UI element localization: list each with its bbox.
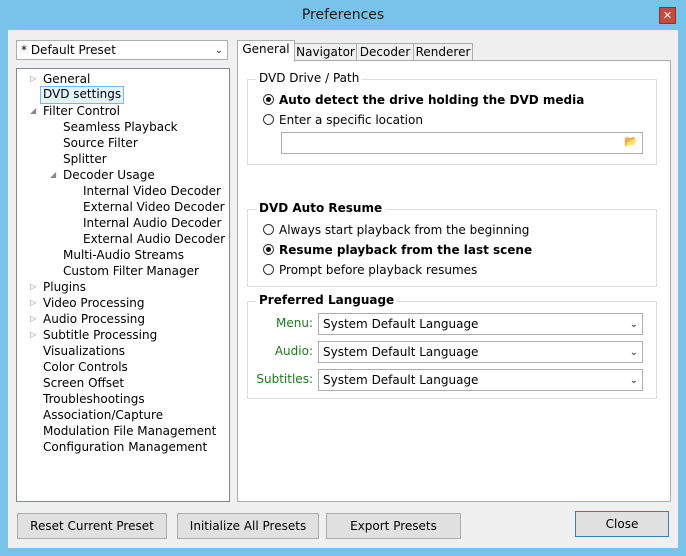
- tab-decoder[interactable]: Decoder: [356, 43, 414, 61]
- expand-arrow-icon[interactable]: ▷: [30, 314, 36, 323]
- preferred-language-group: Preferred Language Menu: System Default …: [247, 293, 657, 399]
- resume-last-scene-label: Resume playback from the last scene: [279, 243, 533, 257]
- tab-navigator[interactable]: Navigator: [294, 43, 357, 61]
- reset-preset-button[interactable]: Reset Current Preset: [17, 513, 167, 539]
- tree-item[interactable]: Seamless Playback: [63, 119, 178, 135]
- radio-selected-icon: [263, 244, 274, 255]
- expand-arrow-icon[interactable]: ▷: [30, 330, 36, 339]
- tree-item[interactable]: Decoder Usage: [63, 167, 155, 183]
- tree-item[interactable]: Multi-Audio Streams: [63, 247, 184, 263]
- tree-item[interactable]: Color Controls: [43, 359, 128, 375]
- expand-arrow-icon[interactable]: ▷: [30, 74, 36, 83]
- tree-item[interactable]: General: [43, 71, 90, 87]
- tree-item[interactable]: Splitter: [63, 151, 107, 167]
- collapse-arrow-icon[interactable]: ◢: [50, 170, 56, 179]
- auto-detect-radio[interactable]: Auto detect the drive holding the DVD me…: [261, 92, 584, 108]
- tab-general[interactable]: General: [237, 40, 295, 62]
- radio-empty-icon: [263, 224, 274, 235]
- dvd-drive-title: DVD Drive / Path: [256, 71, 363, 85]
- menu-language-select[interactable]: System Default Language ⌄: [318, 313, 643, 335]
- audio-language-label: Audio:: [274, 344, 313, 358]
- tree-item[interactable]: Source Filter: [63, 135, 138, 151]
- tree-item[interactable]: External Audio Decoder: [83, 231, 225, 247]
- tree-item[interactable]: DVD settings: [40, 86, 125, 104]
- tree-item[interactable]: External Video Decoder: [83, 199, 225, 215]
- tree-item[interactable]: Association/Capture: [43, 407, 163, 423]
- tree-item[interactable]: Subtitle Processing: [43, 327, 157, 343]
- window-title: Preferences: [301, 7, 385, 23]
- auto-resume-group: DVD Auto Resume Always start playback fr…: [247, 201, 657, 287]
- export-presets-button[interactable]: Export Presets: [326, 513, 461, 539]
- audio-language-value: System Default Language: [323, 345, 479, 359]
- resume-last-scene-radio[interactable]: Resume playback from the last scene: [261, 242, 532, 258]
- initialize-presets-button[interactable]: Initialize All Presets: [177, 513, 319, 539]
- audio-language-select[interactable]: System Default Language ⌄: [318, 341, 643, 363]
- subtitles-language-value: System Default Language: [323, 373, 479, 387]
- tree-item[interactable]: Visualizations: [43, 343, 125, 359]
- tree-item[interactable]: Internal Audio Decoder: [83, 215, 221, 231]
- tree-item[interactable]: Modulation File Management: [43, 423, 216, 439]
- specific-location-label: Enter a specific location: [279, 113, 423, 127]
- title-bar[interactable]: Preferences ✕: [0, 0, 686, 30]
- tree-item[interactable]: Plugins: [43, 279, 86, 295]
- tree-item[interactable]: Configuration Management: [43, 439, 207, 455]
- preset-selected: * Default Preset: [21, 43, 116, 57]
- general-tab-panel: DVD Drive / Path Auto detect the drive h…: [237, 60, 671, 502]
- preferences-window: Preferences ✕ * Default Preset ⌄ ▷ Genera…: [0, 0, 686, 556]
- dvd-drive-group: DVD Drive / Path Auto detect the drive h…: [247, 71, 657, 165]
- tree-item[interactable]: Video Processing: [43, 295, 145, 311]
- tree-item[interactable]: Filter Control: [43, 103, 120, 119]
- specific-location-radio[interactable]: Enter a specific location: [261, 112, 423, 128]
- tree-item[interactable]: Troubleshootings: [43, 391, 145, 407]
- tree-item[interactable]: Custom Filter Manager: [63, 263, 199, 279]
- tree-item[interactable]: Audio Processing: [43, 311, 145, 327]
- menu-language-label: Menu:: [276, 316, 313, 330]
- close-button[interactable]: Close: [575, 511, 669, 537]
- always-beginning-label: Always start playback from the beginning: [279, 223, 530, 237]
- dialog-client: * Default Preset ⌄ ▷ General DVD settings ◢…: [8, 30, 678, 548]
- preferred-language-title: Preferred Language: [256, 293, 398, 307]
- subtitles-language-label: Subtitles:: [256, 372, 313, 386]
- chevron-down-icon: ⌄: [629, 375, 638, 386]
- auto-resume-title: DVD Auto Resume: [256, 201, 386, 215]
- settings-tree[interactable]: ▷ General DVD settings ◢ Filter Control Seaml…: [16, 68, 230, 502]
- collapse-arrow-icon[interactable]: ◢: [30, 106, 36, 115]
- prompt-resume-radio[interactable]: Prompt before playback resumes: [261, 262, 477, 278]
- subtitles-language-select[interactable]: System Default Language ⌄: [318, 369, 643, 391]
- preset-dropdown[interactable]: * Default Preset ⌄: [16, 40, 228, 60]
- menu-language-value: System Default Language: [323, 317, 479, 331]
- radio-empty-icon: [263, 264, 274, 275]
- radio-selected-icon: [263, 94, 274, 105]
- tree-item[interactable]: Screen Offset: [43, 375, 124, 391]
- tree-item[interactable]: Internal Video Decoder: [83, 183, 221, 199]
- chevron-down-icon: ⌄: [629, 319, 638, 330]
- always-beginning-radio[interactable]: Always start playback from the beginning: [261, 222, 529, 238]
- tab-renderer[interactable]: Renderer: [413, 43, 473, 61]
- expand-arrow-icon[interactable]: ▷: [30, 298, 36, 307]
- auto-detect-label: Auto detect the drive holding the DVD me…: [279, 93, 585, 107]
- radio-empty-icon: [263, 114, 274, 125]
- chevron-down-icon: ⌄: [629, 347, 638, 358]
- location-path-input[interactable]: 📂: [281, 132, 643, 154]
- chevron-down-icon: ⌄: [214, 45, 223, 56]
- expand-arrow-icon[interactable]: ▷: [30, 282, 36, 291]
- prompt-resume-label: Prompt before playback resumes: [279, 263, 478, 277]
- window-close-icon[interactable]: ✕: [659, 7, 676, 24]
- folder-open-icon[interactable]: 📂: [622, 135, 640, 149]
